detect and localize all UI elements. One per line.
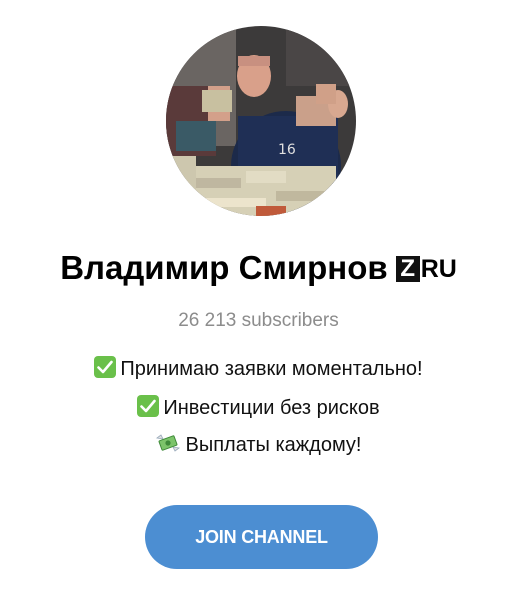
description-text-1: Принимаю заявки моментально! [120,358,423,380]
svg-text:16: 16 [278,142,296,158]
ru-suffix: RU [420,255,457,283]
money-with-wings-icon [155,432,181,454]
check-mark-button-icon [94,356,117,378]
z-letter-badge: Z [395,256,420,282]
description-text-2: Инвестиции без рисков [163,397,380,419]
description-line-2: Инвестиции без рисков [0,395,517,421]
channel-name: Владимир Смирнов [60,249,388,286]
channel-title: Владимир Смирнов Z RU [0,248,517,289]
join-channel-button[interactable]: JOIN CHANNEL [145,505,378,569]
check-mark-button-icon [137,395,160,417]
subscriber-count: 26 213 subscribers [178,310,339,331]
description-text-3: Выплаты каждому! [185,434,362,456]
description-line-3: Выплаты каждому! [0,432,517,458]
description-line-1: Принимаю заявки моментально! [0,356,517,382]
channel-avatar: 16 [166,26,356,216]
